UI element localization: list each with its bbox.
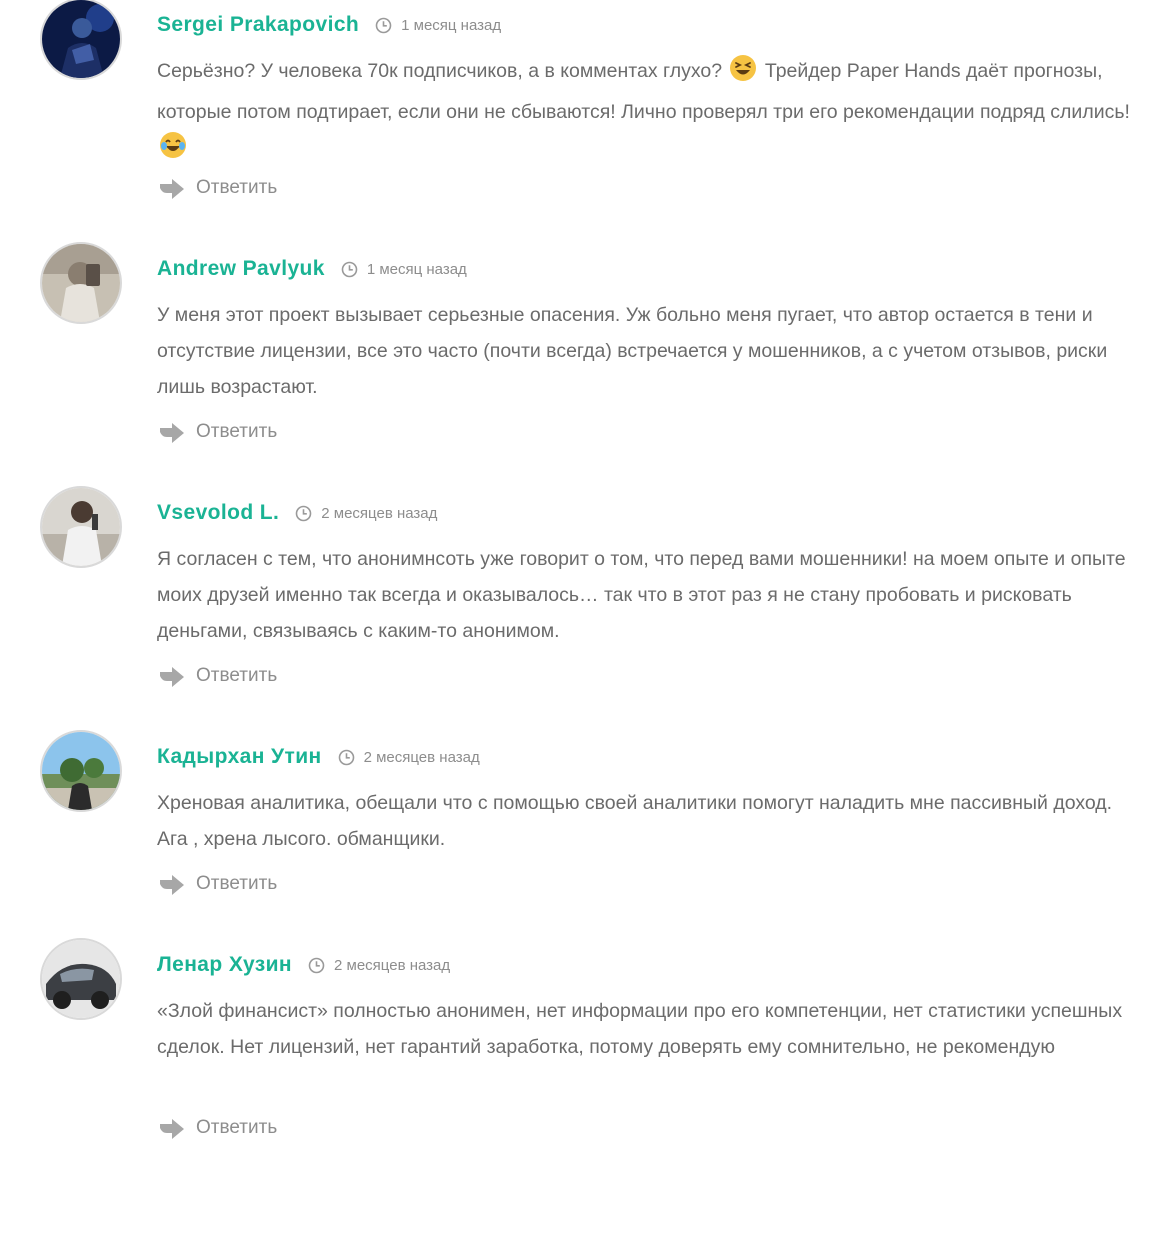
reply-label: Ответить bbox=[196, 1117, 278, 1138]
comment-time-label: 2 месяцев назад bbox=[334, 956, 451, 974]
comment-text-paragraph: Я согласен с тем, что анонимнсоть уже го… bbox=[157, 548, 1126, 642]
reply-arrow-icon bbox=[158, 1116, 186, 1140]
comment-time-label: 2 месяцев назад bbox=[321, 504, 438, 522]
avatar[interactable] bbox=[40, 242, 122, 324]
comment-time-label: 1 месяц назад bbox=[366, 260, 467, 278]
comment-time-label: 2 месяцев назад bbox=[363, 748, 480, 766]
avatar[interactable] bbox=[40, 486, 122, 568]
comment-author[interactable]: Ленар Хузин bbox=[157, 953, 292, 977]
comment-author[interactable]: Vsevolod L. bbox=[157, 501, 279, 525]
clock-icon bbox=[338, 749, 355, 766]
avatar[interactable] bbox=[40, 730, 122, 812]
reply-label: Ответить bbox=[196, 873, 278, 894]
clock-icon bbox=[375, 17, 392, 34]
reply-button[interactable]: Ответить bbox=[158, 872, 277, 896]
comment-text: Я согласен с тем, что анонимнсоть уже го… bbox=[157, 541, 1132, 649]
comment-time-label: 1 месяц назад bbox=[401, 16, 502, 34]
reply-label: Ответить bbox=[196, 421, 278, 442]
clock-icon bbox=[341, 261, 358, 278]
comment-meta: Sergei Prakapovich 1 месяц назад bbox=[157, 10, 501, 40]
reply-arrow-icon bbox=[158, 664, 186, 688]
avatar[interactable] bbox=[40, 0, 122, 80]
reply-arrow-icon bbox=[158, 872, 186, 896]
comment-text: «Злой финансист» полностью анонимен, нет… bbox=[157, 993, 1132, 1065]
comment-time: 2 месяцев назад bbox=[338, 749, 480, 766]
reply-button[interactable]: Ответить bbox=[158, 664, 277, 688]
clock-icon bbox=[308, 957, 325, 974]
comment-time: 1 месяц назад bbox=[341, 261, 467, 278]
comment-text: Серьёзно? У человека 70к подписчиков, а … bbox=[157, 53, 1132, 171]
comment-meta: Vsevolod L. 2 месяцев назад bbox=[157, 498, 437, 528]
reply-button[interactable]: Ответить bbox=[158, 1116, 277, 1140]
comment-time: 1 месяц назад bbox=[375, 17, 501, 34]
comment-meta: Кадырхан Утин 2 месяцев назад bbox=[157, 742, 480, 772]
avatar[interactable] bbox=[40, 938, 122, 1020]
comment-text: У меня этот проект вызывает серьезные оп… bbox=[157, 297, 1132, 405]
reply-button[interactable]: Ответить bbox=[158, 176, 277, 200]
reply-button[interactable]: Ответить bbox=[158, 420, 277, 444]
grinning-squinting-face-emoji bbox=[729, 54, 757, 94]
comment-time: 2 месяцев назад bbox=[308, 957, 450, 974]
reply-arrow-icon bbox=[158, 176, 186, 200]
comment-text-paragraph: У меня этот проект вызывает серьезные оп… bbox=[157, 304, 1108, 398]
face-with-tears-of-joy-emoji bbox=[159, 131, 187, 171]
comment-text-paragraph: Хреновая аналитика, обещали что с помощь… bbox=[157, 792, 1113, 850]
comment-time: 2 месяцев назад bbox=[295, 505, 437, 522]
reply-label: Ответить bbox=[196, 665, 278, 686]
comment-text-part: Серьёзно? У человека 70к подписчиков, а … bbox=[157, 60, 723, 82]
reply-label: Ответить bbox=[196, 177, 278, 198]
comment-text: Хреновая аналитика, обещали что с помощь… bbox=[157, 785, 1132, 857]
comment-meta: Andrew Pavlyuk 1 месяц назад bbox=[157, 254, 467, 284]
reply-arrow-icon bbox=[158, 420, 186, 444]
comment-author[interactable]: Andrew Pavlyuk bbox=[157, 257, 325, 281]
comment-author[interactable]: Sergei Prakapovich bbox=[157, 13, 359, 37]
clock-icon bbox=[295, 505, 312, 522]
comment-meta: Ленар Хузин 2 месяцев назад bbox=[157, 950, 450, 980]
comment-text-paragraph: «Злой финансист» полностью анонимен, нет… bbox=[157, 1000, 1123, 1058]
comment-author[interactable]: Кадырхан Утин bbox=[157, 745, 322, 769]
